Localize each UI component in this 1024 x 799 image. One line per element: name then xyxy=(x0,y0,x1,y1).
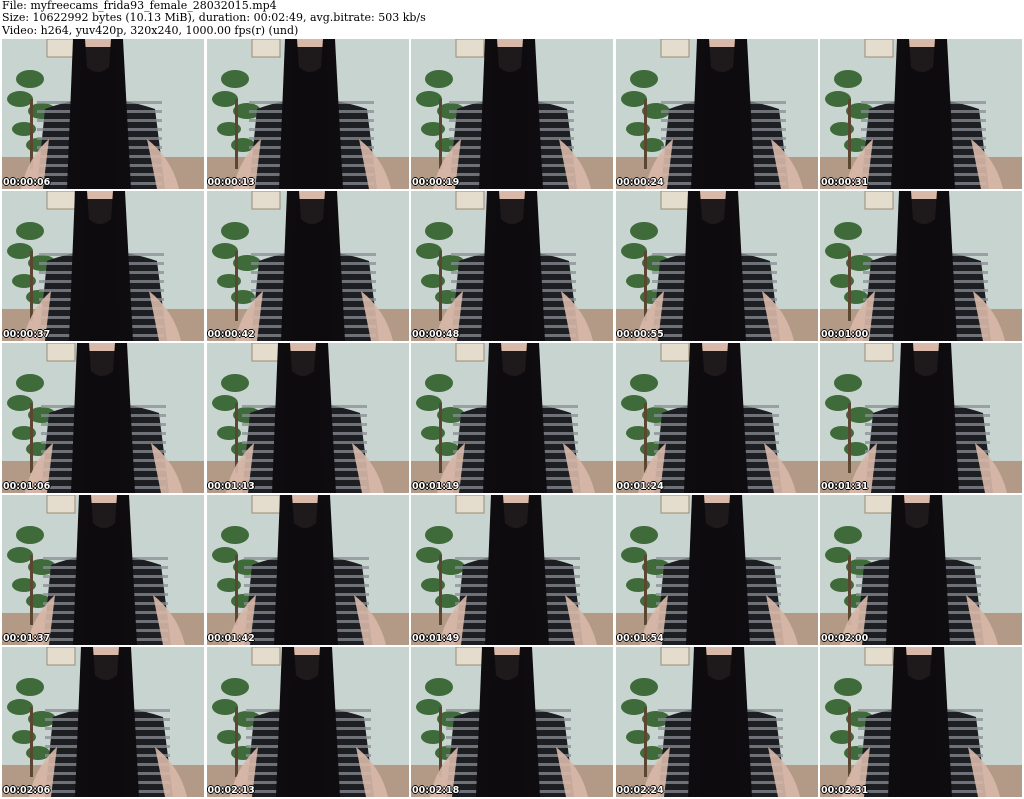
video-frame-thumbnail[interactable]: 00:02:31 xyxy=(820,647,1022,797)
video-frame-thumbnail[interactable]: 00:01:19 xyxy=(411,343,613,493)
frame-timestamp: 00:02:06 xyxy=(3,785,51,796)
frame-image xyxy=(206,343,409,493)
frame-image xyxy=(2,495,204,645)
frame-timestamp: 00:00:24 xyxy=(616,177,664,188)
frame-image xyxy=(206,191,409,341)
video-frame-thumbnail[interactable]: 00:02:00 xyxy=(820,495,1022,645)
frame-image xyxy=(2,343,204,493)
frame-image xyxy=(2,39,204,189)
frame-image xyxy=(206,495,409,645)
frame-image xyxy=(615,647,818,797)
video-frame-thumbnail[interactable]: 00:01:42 xyxy=(206,495,409,645)
video-frame-thumbnail[interactable]: 00:00:31 xyxy=(820,39,1022,189)
frame-image xyxy=(411,495,613,645)
frame-image xyxy=(411,39,613,189)
frame-timestamp: 00:02:18 xyxy=(412,785,460,796)
file-size-line: Size: 10622992 bytes (10.13 MiB), durati… xyxy=(2,11,426,25)
video-frame-thumbnail[interactable]: 00:02:06 xyxy=(2,647,204,797)
video-frame-thumbnail[interactable]: 00:01:54 xyxy=(615,495,818,645)
frame-image xyxy=(206,647,409,797)
video-frame-thumbnail[interactable]: 00:00:06 xyxy=(2,39,204,189)
video-frame-thumbnail[interactable]: 00:01:37 xyxy=(2,495,204,645)
frame-image xyxy=(820,39,1022,189)
frame-timestamp: 00:01:13 xyxy=(207,481,255,492)
frame-image xyxy=(820,495,1022,645)
frame-image xyxy=(411,647,613,797)
video-info-header: File: myfreecams_frida93_female_28032015… xyxy=(0,0,1024,38)
frame-image xyxy=(615,191,818,341)
frame-timestamp: 00:00:31 xyxy=(821,177,869,188)
frame-timestamp: 00:02:13 xyxy=(207,785,255,796)
frame-timestamp: 00:00:55 xyxy=(616,329,664,340)
frame-timestamp: 00:02:24 xyxy=(616,785,664,796)
video-frame-thumbnail[interactable]: 00:00:48 xyxy=(411,191,613,341)
frame-timestamp: 00:00:37 xyxy=(3,329,51,340)
video-frame-thumbnail[interactable]: 00:01:49 xyxy=(411,495,613,645)
video-frame-thumbnail[interactable]: 00:00:37 xyxy=(2,191,204,341)
frame-timestamp: 00:01:49 xyxy=(412,633,460,644)
frame-timestamp: 00:02:00 xyxy=(821,633,869,644)
video-frame-thumbnail[interactable]: 00:01:31 xyxy=(820,343,1022,493)
frame-image xyxy=(615,39,818,189)
video-frame-thumbnail[interactable]: 00:02:18 xyxy=(411,647,613,797)
frame-image xyxy=(615,495,818,645)
frame-image xyxy=(206,39,409,189)
frame-timestamp: 00:01:54 xyxy=(616,633,664,644)
frame-timestamp: 00:01:24 xyxy=(616,481,664,492)
frame-image xyxy=(411,343,613,493)
frame-timestamp: 00:01:19 xyxy=(412,481,460,492)
frame-timestamp: 00:01:37 xyxy=(3,633,51,644)
frame-timestamp: 00:00:42 xyxy=(207,329,255,340)
frame-timestamp: 00:01:00 xyxy=(821,329,869,340)
frame-timestamp: 00:01:31 xyxy=(821,481,869,492)
frame-image xyxy=(2,191,204,341)
frame-timestamp: 00:00:19 xyxy=(412,177,460,188)
frame-image xyxy=(820,647,1022,797)
video-frame-thumbnail[interactable]: 00:00:55 xyxy=(615,191,818,341)
thumbnail-grid: 00:00:06 00:00:13 00:00:19 00:00:24 00:0… xyxy=(2,39,1022,797)
frame-image xyxy=(615,343,818,493)
frame-image xyxy=(820,191,1022,341)
video-frame-thumbnail[interactable]: 00:01:13 xyxy=(206,343,409,493)
frame-image xyxy=(411,191,613,341)
frame-timestamp: 00:01:06 xyxy=(3,481,51,492)
frame-image xyxy=(820,343,1022,493)
video-frame-thumbnail[interactable]: 00:01:24 xyxy=(615,343,818,493)
frame-timestamp: 00:00:13 xyxy=(207,177,255,188)
frame-timestamp: 00:01:42 xyxy=(207,633,255,644)
frame-timestamp: 00:02:31 xyxy=(821,785,869,796)
frame-timestamp: 00:00:48 xyxy=(412,329,460,340)
video-frame-thumbnail[interactable]: 00:01:00 xyxy=(820,191,1022,341)
video-frame-thumbnail[interactable]: 00:02:13 xyxy=(206,647,409,797)
frame-timestamp: 00:00:06 xyxy=(3,177,51,188)
video-frame-thumbnail[interactable]: 00:00:24 xyxy=(615,39,818,189)
video-frame-thumbnail[interactable]: 00:02:24 xyxy=(615,647,818,797)
video-format-line: Video: h264, yuv420p, 320x240, 1000.00 f… xyxy=(2,23,299,37)
video-frame-thumbnail[interactable]: 00:01:06 xyxy=(2,343,204,493)
video-frame-thumbnail[interactable]: 00:00:19 xyxy=(411,39,613,189)
video-frame-thumbnail[interactable]: 00:00:42 xyxy=(206,191,409,341)
video-frame-thumbnail[interactable]: 00:00:13 xyxy=(206,39,409,189)
frame-image xyxy=(2,647,204,797)
